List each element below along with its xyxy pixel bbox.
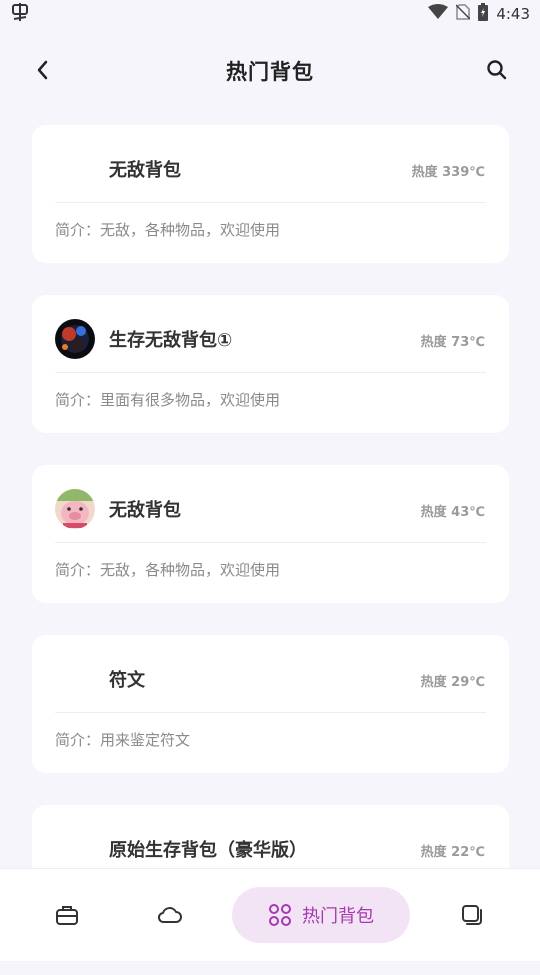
bug-app-icon <box>10 2 30 26</box>
heat-label: 热度 22℃ <box>420 845 485 860</box>
no-sim-icon <box>455 4 471 24</box>
backpack-card[interactable]: 无敌背包 热度 43℃ 简介：无敌，各种物品，欢迎使用 <box>32 465 509 603</box>
bottom-nav: 热门背包 <box>0 868 540 961</box>
nav-active-label: 热门背包 <box>302 906 374 927</box>
heat-label: 热度 29℃ <box>420 675 485 690</box>
status-icons: 4:43 <box>428 3 530 25</box>
search-icon <box>487 60 507 80</box>
wifi-icon <box>428 4 449 24</box>
grid-icon <box>269 904 291 926</box>
nav-item-backpack[interactable] <box>51 899 83 931</box>
heat-label: 热度 43℃ <box>420 505 485 520</box>
status-bar: 4:43 <box>0 0 540 28</box>
nav-item-cloud[interactable] <box>154 899 186 931</box>
card-title: 原始生存背包（豪华版） <box>109 840 307 861</box>
card-description: 简介：无敌，各种物品，欢迎使用 <box>55 561 281 579</box>
search-button[interactable] <box>481 54 513 86</box>
nav-item-hot-backpacks[interactable]: 热门背包 <box>232 887 410 943</box>
backpack-card[interactable]: 无敌背包 热度 339℃ 简介：无敌，各种物品，欢迎使用 <box>32 125 509 263</box>
divider <box>55 372 486 373</box>
page-title: 热门背包 <box>226 60 314 84</box>
header: 热门背包 <box>0 40 540 100</box>
backpack-card[interactable]: 生存无敌背包① 热度 73℃ 简介：里面有很多物品，欢迎使用 <box>32 295 509 433</box>
divider <box>55 202 486 203</box>
divider <box>55 542 486 543</box>
status-time: 4:43 <box>496 5 530 23</box>
card-title: 生存无敌背包① <box>109 330 233 351</box>
card-description: 简介：用来鉴定符文 <box>55 731 191 749</box>
heat-label: 热度 339℃ <box>411 165 485 180</box>
heat-label: 热度 73℃ <box>420 335 485 350</box>
backpack-list: 无敌背包 热度 339℃ 简介：无敌，各种物品，欢迎使用 生存无敌背包① 热度 … <box>32 125 509 975</box>
briefcase-icon <box>56 906 78 925</box>
card-description: 简介：无敌，各种物品，欢迎使用 <box>55 221 281 239</box>
cloud-icon <box>157 907 182 923</box>
backpack-card[interactable]: 符文 热度 29℃ 简介：用来鉴定符文 <box>32 635 509 773</box>
divider <box>55 712 486 713</box>
pig-avatar <box>55 489 95 529</box>
card-title: 无敌背包 <box>109 160 181 181</box>
nav-item-layers[interactable] <box>456 899 488 931</box>
space-avatar <box>55 319 95 359</box>
battery-icon <box>478 3 489 25</box>
layers-icon <box>462 905 482 925</box>
card-description: 简介：里面有很多物品，欢迎使用 <box>55 391 281 409</box>
card-title: 无敌背包 <box>109 500 181 521</box>
card-title: 符文 <box>109 670 145 691</box>
